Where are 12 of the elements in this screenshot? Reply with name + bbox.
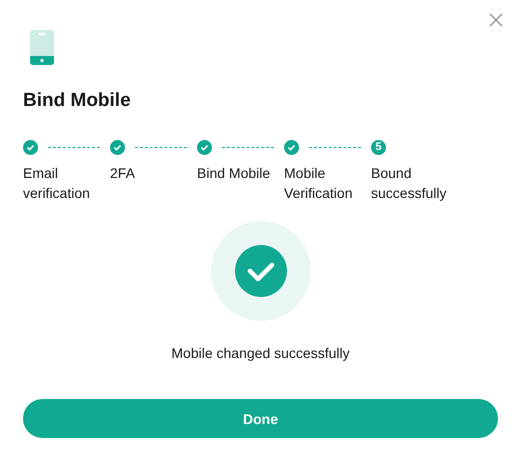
step-label: Bind Mobile xyxy=(197,164,272,183)
success-check-icon xyxy=(210,221,310,321)
step-label: Bound successfully xyxy=(371,164,448,203)
success-message: Mobile changed successfully xyxy=(171,345,350,361)
step-label: Mobile Verification xyxy=(284,164,354,203)
step-label: 2FA xyxy=(110,164,136,183)
step-label: Email verification xyxy=(23,164,91,203)
phone-icon xyxy=(30,30,54,65)
dialog-title: Bind Mobile xyxy=(23,89,132,113)
close-icon[interactable] xyxy=(488,12,504,28)
done-button[interactable]: Done xyxy=(23,399,498,438)
step-number: 5 xyxy=(371,140,386,154)
